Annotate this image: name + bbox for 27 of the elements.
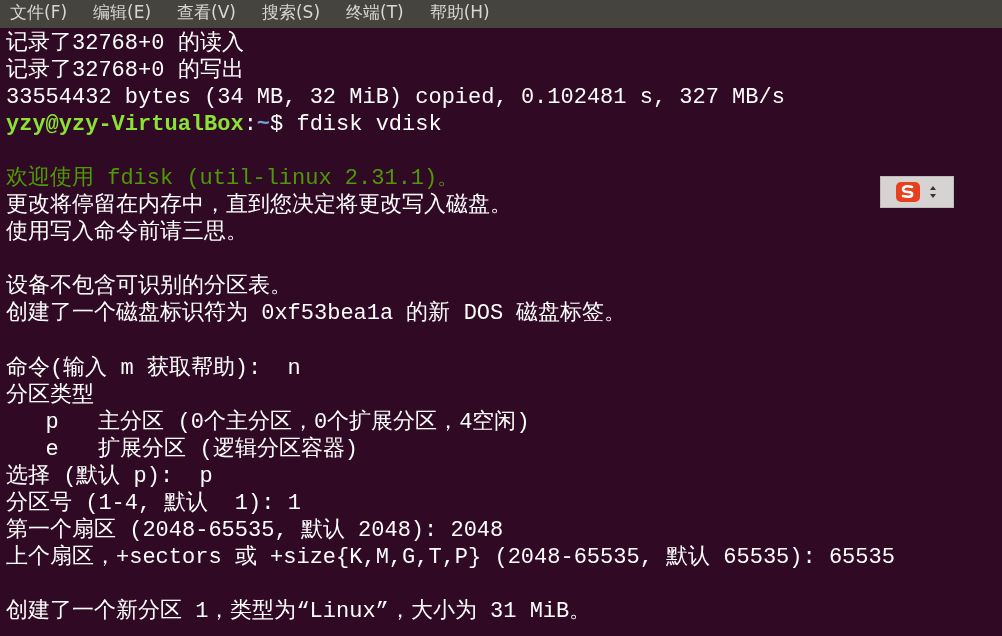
menu-item[interactable]: 编辑(E) — [93, 0, 152, 24]
terminal-line: e 扩展分区 (逻辑分区容器) — [44, 435, 359, 463]
terminal-line: 记录了32768+0 的写出 — [6, 57, 244, 85]
terminal-line: 第一个扇区 (2048-65535, 默认 2048): 2048 — [6, 516, 504, 544]
terminal-line: p 主分区 (0个主分区，0个扩展分区，4空闲) — [44, 408, 530, 436]
menu-item[interactable]: 查看(V) — [177, 0, 236, 24]
terminal-line: 记录了32768+0 的读入 — [6, 30, 244, 58]
menu-item[interactable]: 搜索(S) — [261, 0, 321, 24]
terminal-line: 分区号 (1-4, 默认 1): 1 — [6, 489, 301, 517]
terminal-line: 上个扇区，+sectors 或 +size{K,M,G,T,P} (2048-65535, 默认 65535): 65535 — [6, 543, 895, 571]
terminal-line: 创建了一个新分区 1，类型为“Linux”，大小为 31 MiB。 — [6, 598, 592, 626]
menu-item[interactable]: 终端(T) — [346, 0, 404, 24]
command-prompt: yzy@yzy-VirtualBox:~$ fdisk vdisk — [6, 111, 442, 139]
terminal-line: 更改将停留在内存中，直到您决定将更改写入磁盘。 — [6, 192, 512, 220]
menu-item[interactable]: 文件(F) — [10, 0, 68, 24]
terminal-line: 欢迎使用 fdisk (util-linux 2.31.1)。 — [6, 165, 460, 192]
terminal-line: 选择 (默认 p): p — [6, 462, 213, 490]
input-method-widget[interactable] — [880, 176, 954, 208]
terminal-line: 分区类型 — [6, 381, 94, 409]
terminal-line: 33554432 bytes (34 MB, 32 MiB) copied, 0.102481 s, 327 MB/s — [6, 84, 785, 112]
ime-logo-icon — [895, 181, 921, 203]
terminal-line: 使用写入命令前请三思。 — [6, 219, 248, 247]
menu-item[interactable]: 帮助(H) — [429, 0, 490, 24]
terminal-line: 设备不包含可识别的分区表。 — [6, 273, 292, 301]
dropdown-caret-icon[interactable] — [929, 184, 937, 200]
terminal-line: 命令(输入 m 获取帮助): n — [6, 354, 301, 382]
terminal-line: 创建了一个磁盘标识符为 0xf53bea1a 的新 DOS 磁盘标签。 — [6, 300, 627, 328]
